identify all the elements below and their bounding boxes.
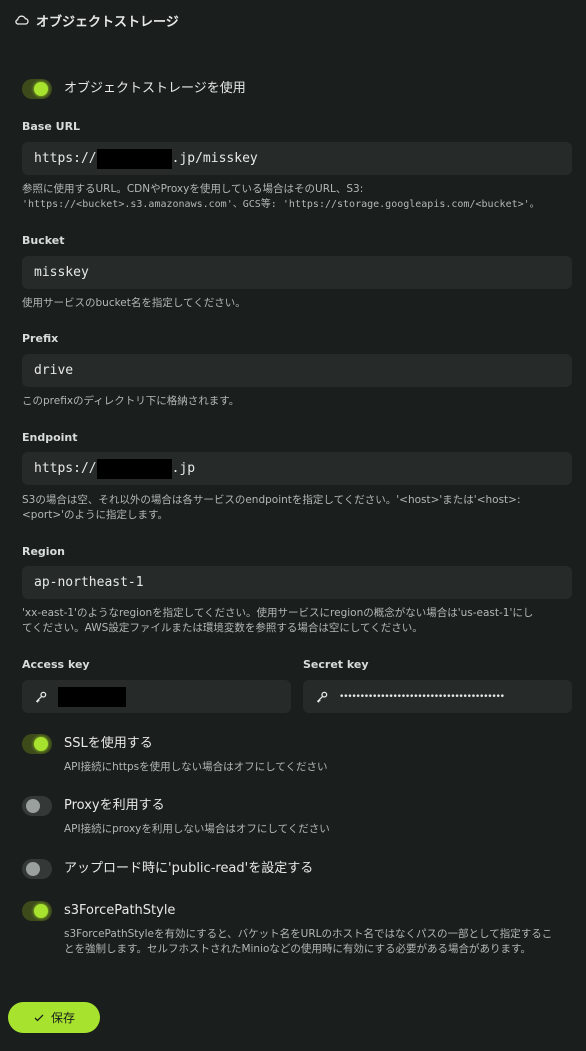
proxy-toggle[interactable] xyxy=(22,796,52,816)
use-object-storage-toggle[interactable] xyxy=(22,79,52,99)
redacted-block xyxy=(58,686,126,707)
redacted-block xyxy=(96,148,172,169)
secret-key-label: Secret key xyxy=(303,658,369,671)
use-object-storage-row[interactable]: オブジェクトストレージを使用 xyxy=(22,79,246,99)
ssl-label: SSLを使用する xyxy=(64,736,153,751)
bucket-label: Bucket xyxy=(22,234,65,247)
cloud-icon xyxy=(15,15,29,25)
region-input[interactable]: ap-northeast-1 xyxy=(22,566,572,599)
force-path-style-toggle[interactable] xyxy=(22,901,52,921)
base-url-label: Base URL xyxy=(22,120,81,133)
key-icon xyxy=(316,691,328,703)
endpoint-label: Endpoint xyxy=(22,431,78,444)
endpoint-caption: S3の場合は空、それ以外の場合は各サービスのendpointを指定してください。… xyxy=(22,494,521,521)
ssl-toggle[interactable] xyxy=(22,734,52,754)
check-icon xyxy=(34,1014,44,1021)
force-path-style-label: s3ForcePathStyle xyxy=(64,903,176,918)
region-caption: 'xx-east-1'のようなregionを指定してください。使用サービスにre… xyxy=(22,607,534,634)
access-key-input[interactable] xyxy=(22,680,291,713)
force-path-style-caption: s3ForcePathStyleを有効にすると、バケット名をURLのホスト名では… xyxy=(64,928,553,955)
save-label: 保存 xyxy=(50,1011,75,1025)
public-read-row[interactable]: アップロード時に'public-read'を設定する xyxy=(22,859,313,879)
save-button[interactable]: 保存 xyxy=(8,1002,100,1033)
ssl-caption: API接続にhttpsを使用しない場合はオフにしてください xyxy=(64,761,328,773)
masked-secret: •••••••••••••••••••••••••••••••••••••••• xyxy=(339,691,505,702)
public-read-toggle[interactable] xyxy=(22,859,52,879)
section-header: オブジェクトストレージ xyxy=(14,10,179,30)
proxy-caption: API接続にproxyを利用しない場合はオフにしてください xyxy=(64,823,330,835)
prefix-input[interactable]: drive xyxy=(22,354,572,387)
bucket-input[interactable]: misskey xyxy=(22,256,572,289)
key-icon xyxy=(35,691,47,703)
access-key-label: Access key xyxy=(22,658,90,671)
prefix-caption: このprefixのディレクトリ下に格納されます。 xyxy=(22,395,240,407)
page-title: オブジェクトストレージ xyxy=(36,14,179,30)
base-url-caption: 参照に使用するURL。CDNやProxyを使用している場合はそのURL、S3: … xyxy=(22,183,540,210)
secret-key-input[interactable]: •••••••••••••••••••••••••••••••••••••••• xyxy=(303,680,572,713)
redacted-block xyxy=(96,458,172,479)
ssl-row[interactable]: SSLを使用する API接続にhttpsを使用しない場合はオフにしてください xyxy=(22,734,328,775)
use-object-storage-label: オブジェクトストレージを使用 xyxy=(64,81,246,96)
force-path-style-row[interactable]: s3ForcePathStyle s3ForcePathStyleを有効にすると… xyxy=(22,901,574,957)
proxy-row[interactable]: Proxyを利用する API接続にproxyを利用しない場合はオフにしてください xyxy=(22,796,330,837)
prefix-label: Prefix xyxy=(22,332,59,345)
region-label: Region xyxy=(22,545,65,558)
proxy-label: Proxyを利用する xyxy=(64,798,165,813)
endpoint-input[interactable]: https://.jp xyxy=(22,452,572,485)
bucket-caption: 使用サービスのbucket名を指定してください。 xyxy=(22,297,246,309)
public-read-label: アップロード時に'public-read'を設定する xyxy=(64,861,314,876)
base-url-input[interactable]: https://.jp/misskey xyxy=(22,142,572,175)
